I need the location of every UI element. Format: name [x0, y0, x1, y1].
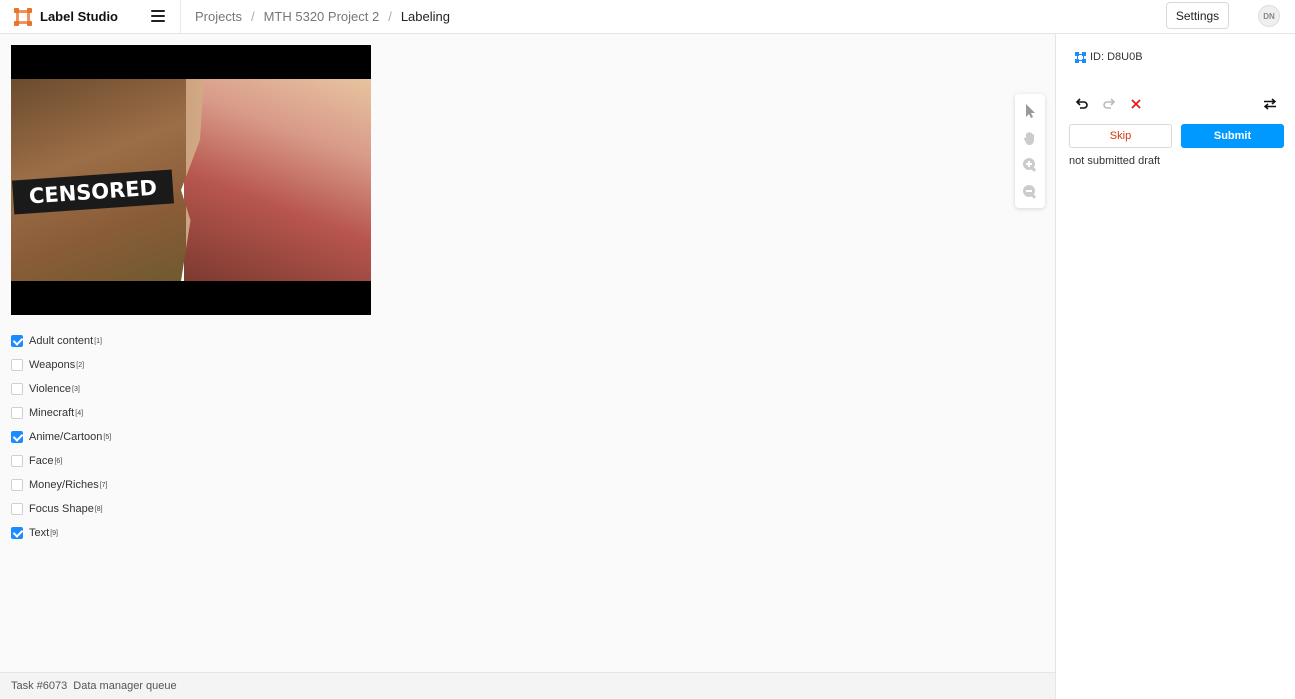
- undo-icon[interactable]: [1075, 97, 1089, 111]
- choice-hotkey: [4]: [75, 409, 84, 417]
- choice-checkbox[interactable]: [11, 503, 23, 515]
- choice-hotkey: [9]: [50, 529, 58, 537]
- choices-group: Adult content [1] Weapons [2] Violence [3] Min…: [11, 329, 111, 545]
- labeling-area: CENSORED Adult content [1] Weapons [2] Viole…: [0, 34, 1055, 672]
- app-name: Label Studio: [40, 9, 118, 24]
- choice-hotkey: [2]: [76, 361, 85, 369]
- choice-checkbox[interactable]: [11, 455, 23, 467]
- choice-checkbox[interactable]: [11, 431, 23, 443]
- label-studio-logo-icon: [14, 7, 32, 26]
- choice-checkbox[interactable]: [11, 527, 23, 539]
- breadcrumb: Projects / MTH 5320 Project 2 / Labeling: [181, 9, 450, 24]
- choice-hotkey: [7]: [99, 481, 108, 489]
- choice-item[interactable]: Money/Riches [7]: [11, 473, 111, 497]
- choice-label: Text: [29, 527, 50, 539]
- choice-item[interactable]: Face [6]: [11, 449, 111, 473]
- choice-label: Adult content: [29, 335, 94, 347]
- annotation-id[interactable]: ID: D8U0B: [1075, 51, 1143, 63]
- choice-label: Focus Shape: [29, 503, 94, 515]
- user-avatar[interactable]: DN: [1258, 5, 1280, 27]
- thumbnail-picture: CENSORED: [11, 79, 371, 281]
- choice-checkbox[interactable]: [11, 407, 23, 419]
- choice-label: Money/Riches: [29, 479, 99, 491]
- choice-label: Face: [29, 455, 54, 467]
- select-pointer-icon[interactable]: [1022, 103, 1038, 119]
- breadcrumb-separator: /: [250, 9, 255, 24]
- choice-item[interactable]: Focus Shape [8]: [11, 497, 111, 521]
- submit-button[interactable]: Submit: [1181, 124, 1284, 148]
- task-image[interactable]: CENSORED: [11, 45, 371, 315]
- settings-button[interactable]: Settings: [1166, 2, 1229, 29]
- reset-close-icon[interactable]: [1129, 97, 1143, 111]
- draft-status: not submitted draft: [1069, 155, 1161, 167]
- skip-button[interactable]: Skip: [1069, 124, 1172, 148]
- breadcrumb-labeling: Labeling: [400, 9, 450, 24]
- choice-item[interactable]: Violence [3]: [11, 377, 111, 401]
- brand: Label Studio: [0, 0, 181, 34]
- pan-hand-icon[interactable]: [1022, 130, 1038, 146]
- zoom-out-icon[interactable]: [1022, 184, 1038, 200]
- choice-hotkey: [8]: [94, 505, 103, 513]
- redo-icon[interactable]: [1102, 97, 1116, 111]
- menu-hamburger-icon[interactable]: [151, 9, 165, 22]
- choice-hotkey: [3]: [72, 385, 80, 393]
- choice-item[interactable]: Text [9]: [11, 521, 111, 545]
- choice-item[interactable]: Minecraft [4]: [11, 401, 111, 425]
- choice-label: Minecraft: [29, 407, 75, 419]
- choice-label: Violence: [29, 383, 71, 395]
- censored-text: CENSORED: [28, 175, 158, 209]
- breadcrumb-separator: /: [388, 9, 392, 24]
- choice-checkbox[interactable]: [11, 335, 23, 347]
- choice-checkbox[interactable]: [11, 359, 23, 371]
- choice-hotkey: [6]: [54, 457, 63, 465]
- choice-item[interactable]: Anime/Cartoon [5]: [11, 425, 111, 449]
- annotation-icon: [1075, 51, 1086, 63]
- task-id: Task #6073: [11, 680, 68, 692]
- annotation-id-text: ID: D8U0B: [1090, 51, 1143, 63]
- queue-label: Data manager queue: [73, 680, 177, 692]
- choice-item[interactable]: Weapons [2]: [11, 353, 111, 377]
- image-toolbar: [1015, 94, 1045, 208]
- breadcrumb-project[interactable]: MTH 5320 Project 2: [264, 9, 380, 24]
- annotation-panel: ID: D8U0B Skip Submit not submitted draf…: [1055, 34, 1295, 699]
- top-header: Label Studio Projects / MTH 5320 Project…: [0, 0, 1295, 34]
- choice-item[interactable]: Adult content [1]: [11, 329, 111, 353]
- swap-arrows-icon[interactable]: [1263, 97, 1277, 111]
- zoom-in-icon[interactable]: [1022, 157, 1038, 173]
- footer-bar: Task #6073 Data manager queue: [0, 672, 1055, 699]
- choice-checkbox[interactable]: [11, 383, 23, 395]
- choice-label: Weapons: [29, 359, 76, 371]
- breadcrumb-projects[interactable]: Projects: [195, 9, 242, 24]
- choice-label: Anime/Cartoon: [29, 431, 103, 443]
- choice-hotkey: [5]: [103, 433, 112, 441]
- choice-checkbox[interactable]: [11, 479, 23, 491]
- choice-hotkey: [1]: [94, 337, 103, 345]
